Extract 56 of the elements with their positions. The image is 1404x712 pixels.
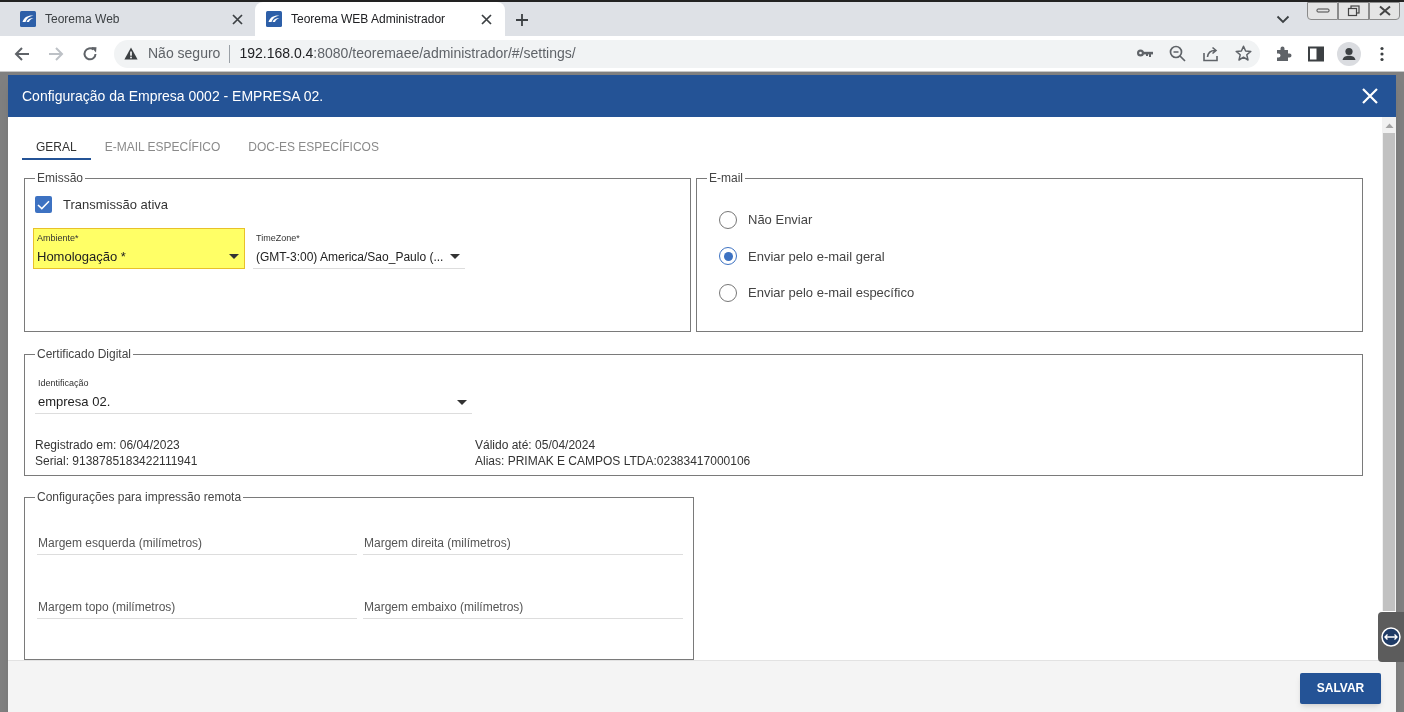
site-logo-icon [266,11,282,27]
close-icon[interactable] [232,13,243,25]
radio-label: Enviar pelo e-mail geral [748,247,885,266]
dialog-title: Configuração da Empresa 0002 - EMPRESA 02. [22,86,324,106]
security-indicator[interactable]: Não seguro [124,43,221,64]
dropdown-field[interactable]: Ambiente* Homologação * [33,227,245,269]
certificate-info-text: Serial: 9138785183422111941 [35,453,199,469]
side-panel-icon[interactable] [1306,44,1325,63]
radio-button[interactable] [719,283,737,302]
save-button[interactable]: SALVAR [1300,672,1381,704]
radio-button[interactable] [719,210,737,229]
group-legend: Configurações para impressão remota [35,490,244,504]
restore-button[interactable] [1338,2,1369,20]
double-arrow-circle-icon [1381,627,1401,647]
reload-icon[interactable] [82,45,98,62]
margin-input[interactable]: Margem embaixo (milímetros) [363,595,683,619]
profile-avatar-icon[interactable] [1336,41,1361,66]
address-bar[interactable]: Não seguro 192.168.0.4:8080/teoremaee/administrador/#/settings/ [114,39,1260,68]
caret-icon [457,399,467,405]
radio-button[interactable] [719,247,737,266]
close-icon [1377,5,1392,17]
checkbox-label: Transmissão ativa [63,196,168,214]
certificate-info-text: Alias: PRIMAK E CAMPOS LTDA:02383417000106 [475,453,751,469]
zoom-out-icon[interactable] [1169,45,1186,62]
url-text: 192.168.0.4:8080/teoremaee/administrador/#/settings/ [239,44,576,63]
dropdown-field[interactable]: Identificação empresa 02. [35,373,472,414]
browser-tab[interactable]: Teorema Web [10,2,255,36]
back-arrow-icon[interactable] [14,45,30,62]
tab[interactable]: DOC-ES ESPECÍFICOS [234,135,393,160]
radio-label: Enviar pelo e-mail específico [748,284,915,302]
share-icon[interactable] [1202,45,1219,62]
tab[interactable]: GERAL [22,135,91,160]
star-icon[interactable] [1235,45,1252,62]
site-logo-icon [20,11,36,27]
margin-input[interactable]: Margem direita (milímetros) [363,531,683,555]
restore-icon [1346,5,1361,17]
plus-icon[interactable] [515,13,529,27]
checkbox[interactable] [35,196,52,214]
chevron-down-icon[interactable] [1276,14,1290,24]
browser-tab[interactable]: Teorema WEB Administrador [255,2,505,36]
group-legend: Emissão [35,171,85,185]
certificate-info-text: Válido até: 05/04/2024 [475,437,597,453]
caret-icon [450,254,460,259]
dropdown-field[interactable]: TimeZone* (GMT-3:00) America/Sao_Paulo (... [253,227,465,269]
warning-icon [124,47,138,60]
margin-input[interactable]: Margem topo (milímetros) [37,595,357,619]
radio-label: Não Enviar [748,211,813,229]
group-legend: Certificado Digital [35,347,134,361]
group-legend: E-mail [707,171,745,185]
close-icon[interactable] [481,13,492,25]
scrollbar-thumb[interactable] [1383,133,1395,611]
window-close-button[interactable] [1369,2,1400,20]
certificate-info-text: Registrado em: 06/04/2023 [35,437,181,453]
margin-input[interactable]: Margem esquerda (milímetros) [37,531,357,555]
caret-icon [229,254,239,259]
side-tab[interactable] [1378,612,1404,662]
